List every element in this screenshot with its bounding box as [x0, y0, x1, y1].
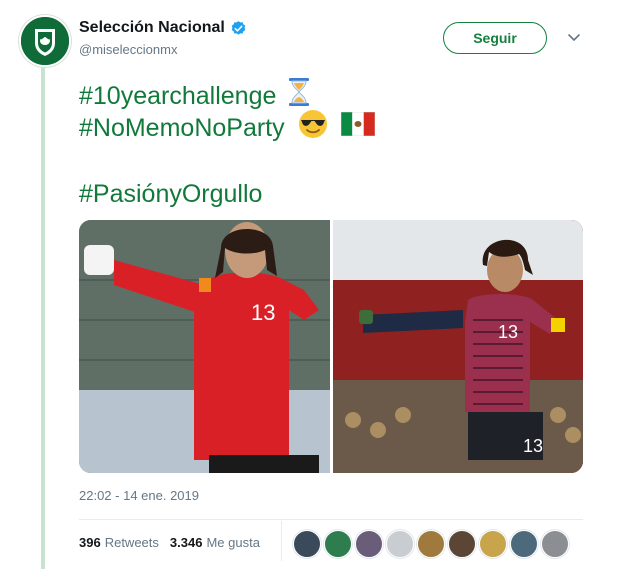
tweet-timestamp[interactable]: 22:02 - 14 ene. 2019 [79, 488, 199, 503]
jersey-number-label: 13 [498, 322, 518, 342]
tweet-stats: 396 Retweets 3.346 Me gusta [79, 535, 260, 550]
liker-avatar[interactable] [417, 530, 445, 558]
liker-avatar[interactable] [293, 530, 321, 558]
tweet-card: Selección Nacional @miseleccionmx Seguir… [0, 0, 634, 569]
liker-avatars [293, 530, 572, 558]
likes-label[interactable]: Me gusta [206, 535, 259, 550]
verified-badge-icon [231, 20, 246, 35]
thread-line [41, 66, 45, 569]
mexico-crest-icon [21, 17, 69, 65]
account-handle[interactable]: @miseleccionmx [79, 42, 177, 57]
liker-avatar[interactable] [541, 530, 569, 558]
account-avatar[interactable] [19, 15, 71, 67]
hashtag-link[interactable]: #NoMemoNoParty [79, 112, 285, 144]
hashtag-link[interactable]: #PasiónyOrgullo [79, 178, 262, 210]
hashtag-link[interactable]: #10yearchallenge [79, 80, 276, 112]
likes-count[interactable]: 3.346 [170, 535, 203, 550]
liker-avatar[interactable] [448, 530, 476, 558]
mexico-flag-icon [340, 111, 375, 144]
sunglasses-face-icon [297, 109, 329, 147]
goalkeeper-striped-kit-photo[interactable]: 13 13 [333, 220, 583, 473]
liker-avatar[interactable] [510, 530, 538, 558]
goalkeeper-red-kit-photo[interactable]: 13 [79, 220, 330, 473]
jersey-number-label: 13 [251, 300, 275, 325]
tweet-media[interactable]: 13 13 13 [79, 220, 583, 473]
chevron-down-icon[interactable] [566, 32, 582, 44]
divider [79, 519, 583, 520]
follow-button[interactable]: Seguir [443, 22, 547, 54]
retweets-label[interactable]: Retweets [105, 535, 159, 550]
retweets-count[interactable]: 396 [79, 535, 101, 550]
account-display-name[interactable]: Selección Nacional [79, 19, 225, 37]
liker-avatar[interactable] [386, 530, 414, 558]
stats-separator [281, 521, 282, 561]
tweet-text: #10yearchallenge #NoMemoNoParty #Pasióny… [79, 78, 375, 210]
shorts-number-label: 13 [523, 436, 543, 456]
liker-avatar[interactable] [324, 530, 352, 558]
liker-avatar[interactable] [355, 530, 383, 558]
liker-avatar[interactable] [479, 530, 507, 558]
